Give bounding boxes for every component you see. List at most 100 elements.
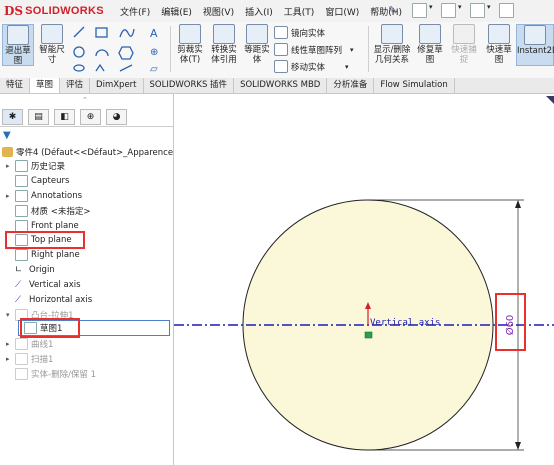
move-entities-button[interactable]: 移动实体 ▾ bbox=[274, 60, 349, 73]
offset-icon bbox=[246, 24, 268, 44]
chevron-down-icon[interactable]: ▾ bbox=[487, 3, 493, 16]
corner-cursor-icon bbox=[546, 96, 554, 104]
menu-file[interactable]: 文件(F) bbox=[120, 5, 150, 18]
menu-insert[interactable]: 插入(I) bbox=[245, 5, 273, 18]
offset-label: 等距实体 bbox=[244, 45, 270, 65]
configuration-tab-icon[interactable]: ◧ bbox=[54, 109, 75, 125]
command-manager: 退出草图 智能尺寸 A ⊕ ▱ 剪裁实体(T) 转换实体引用 等距实体 镜向实体… bbox=[0, 22, 554, 79]
trim-label: 剪裁实体(T) bbox=[177, 45, 203, 65]
tree-root[interactable]: 零件4 (Défaut<<Défaut>_Apparence Ét bbox=[2, 146, 184, 158]
tree-item-material[interactable]: 材质 <未指定> bbox=[6, 204, 90, 218]
menu-list: 文件(F) 编辑(E) 视图(V) 插入(I) 工具(T) 窗口(W) 帮助(H… bbox=[120, 5, 413, 18]
mirror-icon bbox=[274, 26, 288, 39]
material-icon bbox=[15, 205, 28, 217]
menu-help[interactable]: 帮助(H) bbox=[370, 5, 402, 18]
tree-item-sensors[interactable]: Capteurs bbox=[6, 174, 69, 188]
chevron-right-icon[interactable]: ▸ bbox=[6, 192, 13, 200]
tab-sketch[interactable]: 草图 bbox=[30, 78, 61, 93]
tree-item-label: Vertical axis bbox=[29, 280, 81, 290]
relations-icon bbox=[381, 24, 403, 44]
circle-icon bbox=[73, 46, 85, 58]
chevron-down-icon[interactable]: ▾ bbox=[345, 63, 349, 71]
new-document-icon[interactable] bbox=[412, 3, 427, 18]
instant2d-label: Instant2D bbox=[517, 46, 554, 56]
curve-icon bbox=[15, 338, 28, 350]
tree-item-sweep1[interactable]: ▸ 扫描1 bbox=[6, 352, 53, 366]
tree-item-origin[interactable]: ∟ Origin bbox=[6, 263, 55, 277]
tree-item-vertical-axis[interactable]: ⟋ Vertical axis bbox=[6, 278, 81, 292]
tab-evaluate[interactable]: 评估 bbox=[60, 78, 91, 93]
tab-features[interactable]: 特征 bbox=[0, 78, 31, 93]
smart-dimension-button[interactable]: 智能尺寸 bbox=[36, 24, 68, 65]
open-folder-icon[interactable] bbox=[441, 3, 456, 18]
instant2d-button[interactable]: Instant2D bbox=[516, 24, 554, 66]
exit-sketch-button[interactable]: 退出草图 bbox=[2, 24, 34, 66]
logo-text: SOLIDWORKS bbox=[25, 5, 104, 17]
menu-tools[interactable]: 工具(T) bbox=[284, 5, 315, 18]
menu-window[interactable]: 窗口(W) bbox=[325, 5, 359, 18]
tree-item-annotations[interactable]: ▸ Annotations bbox=[6, 189, 82, 203]
mirror-label: 镜向实体 bbox=[291, 28, 326, 39]
tree-item-right-plane[interactable]: Right plane bbox=[6, 248, 80, 262]
save-icon[interactable] bbox=[470, 3, 485, 18]
property-manager-tab-icon[interactable]: ▤ bbox=[28, 109, 49, 125]
chevron-down-icon[interactable]: ▾ bbox=[350, 46, 354, 54]
dimxpert-tab-icon[interactable]: ⊕ bbox=[80, 109, 101, 125]
filter-icon[interactable]: ▼ bbox=[3, 130, 11, 141]
quick-snap-icon bbox=[453, 24, 475, 44]
origin-icon: ∟ bbox=[15, 265, 26, 275]
tree-item-label: 实体-删除/保留 1 bbox=[31, 370, 97, 380]
print-icon[interactable] bbox=[499, 3, 514, 18]
tab-mbd[interactable]: SOLIDWORKS MBD bbox=[234, 78, 328, 93]
chevron-down-icon[interactable]: ▾ bbox=[458, 3, 464, 16]
plane-icon: ▱ bbox=[150, 64, 158, 75]
rectangle-icon bbox=[95, 27, 108, 38]
trim-entities-button[interactable]: 剪裁实体(T) bbox=[174, 24, 206, 65]
chevron-down-icon[interactable]: ▾ bbox=[429, 3, 435, 16]
convert-label: 转换实体引用 bbox=[211, 45, 237, 65]
chevron-right-icon[interactable]: ▸ bbox=[6, 340, 13, 348]
panel-grip-icon[interactable]: ⌃ bbox=[82, 96, 88, 104]
rapid-sketch-button[interactable]: 快速草图 bbox=[484, 24, 514, 65]
convert-entities-button[interactable]: 转换实体引用 bbox=[208, 24, 240, 65]
display-manager-tab-icon[interactable]: ◕ bbox=[106, 109, 127, 125]
top-plane-highlight bbox=[5, 231, 85, 249]
pin-icon[interactable]: ✎ bbox=[388, 4, 397, 17]
repair-label: 修复草图 bbox=[417, 45, 443, 65]
tree-item-curve1[interactable]: ▸ 曲线1 bbox=[6, 337, 53, 351]
diameter-dimension-text[interactable]: Ø60 bbox=[504, 315, 516, 336]
graphics-area[interactable]: Vertical axis Ø60 bbox=[174, 94, 554, 465]
quick-snap-button[interactable]: 快速捕捉 bbox=[448, 24, 480, 65]
exit-sketch-icon bbox=[7, 25, 29, 45]
chevron-down-icon[interactable]: ▾ bbox=[6, 311, 13, 319]
chevron-right-icon[interactable]: ▸ bbox=[6, 355, 13, 363]
tab-analysis-prep[interactable]: 分析准备 bbox=[327, 78, 375, 93]
tree-item-history[interactable]: ▸ 历史记录 bbox=[6, 159, 65, 173]
tree-item-horizontal-axis[interactable]: ⟋ Horizontal axis bbox=[6, 293, 92, 307]
linear-pattern-button[interactable]: 线性草图阵列 ▾ bbox=[274, 43, 354, 56]
panel-tabs: ✱ ▤ ◧ ⊕ ◕ bbox=[2, 109, 132, 125]
sweep-icon bbox=[15, 353, 28, 365]
show-relations-button[interactable]: 显示/删除几何关系 bbox=[372, 24, 412, 65]
tree-item-label: Annotations bbox=[31, 191, 83, 201]
vertical-axis-label: Vertical axis bbox=[370, 318, 440, 328]
solidworks-logo[interactable]: DS SOLIDWORKS bbox=[4, 4, 104, 18]
offset-entities-button[interactable]: 等距实体 bbox=[242, 24, 272, 65]
point-icon: ⊕ bbox=[150, 47, 158, 58]
tree-item-body-delete[interactable]: 实体-删除/保留 1 bbox=[6, 367, 96, 381]
tab-addins[interactable]: SOLIDWORKS 插件 bbox=[144, 78, 235, 93]
command-tabs: 特征 草图 评估 DimXpert SOLIDWORKS 插件 SOLIDWOR… bbox=[0, 78, 554, 94]
centerline-icon bbox=[119, 64, 133, 72]
sketch-canvas[interactable]: Vertical axis Ø60 bbox=[174, 94, 554, 465]
menu-view[interactable]: 视图(V) bbox=[203, 5, 234, 18]
arrow-up-icon bbox=[515, 200, 521, 208]
tab-flow-simulation[interactable]: Flow Simulation bbox=[374, 78, 455, 93]
tab-dimxpert[interactable]: DimXpert bbox=[90, 78, 144, 93]
repair-sketch-button[interactable]: 修复草图 bbox=[414, 24, 446, 65]
mirror-entities-button[interactable]: 镜向实体 bbox=[274, 26, 325, 39]
menu-edit[interactable]: 编辑(E) bbox=[161, 5, 192, 18]
ellipse-icon bbox=[73, 64, 85, 72]
origin-point-icon[interactable] bbox=[364, 331, 373, 339]
chevron-right-icon[interactable]: ▸ bbox=[6, 162, 13, 170]
feature-tree-tab-icon[interactable]: ✱ bbox=[2, 109, 23, 125]
